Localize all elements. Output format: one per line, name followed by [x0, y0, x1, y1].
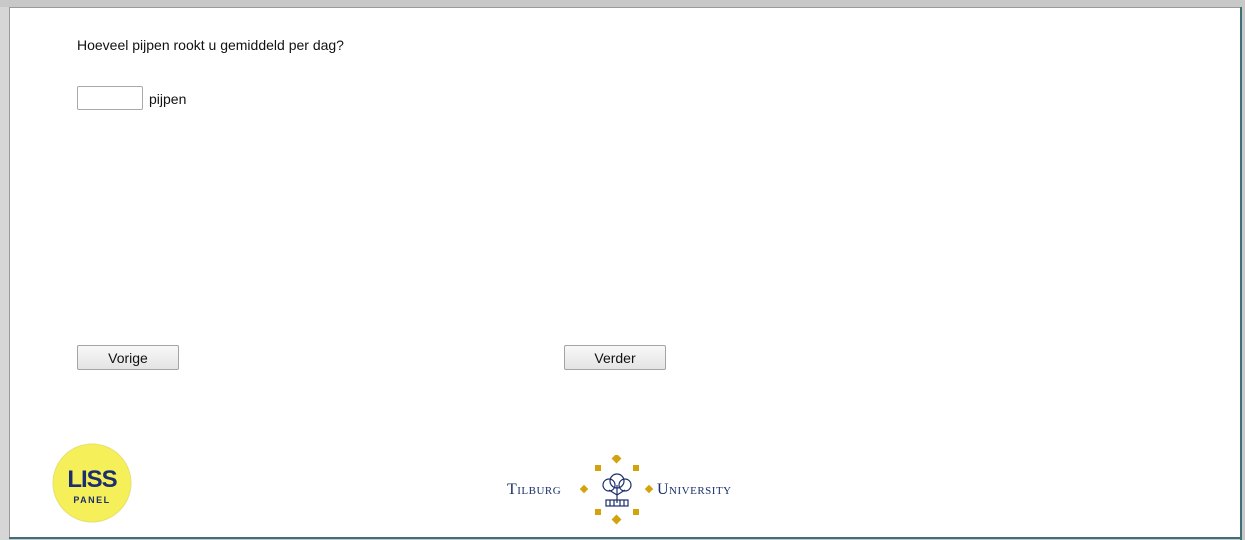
next-button[interactable]: Verder [564, 345, 666, 370]
liss-logo-bottom-text: PANEL [73, 495, 110, 505]
liss-panel-logo: LISS PANEL [52, 443, 132, 523]
page-right-border [1240, 7, 1242, 540]
unit-label: pijpen [149, 91, 187, 107]
window-left-shade [0, 7, 9, 540]
university-word: University [657, 481, 732, 498]
tilburg-university-logo: Tilburg University [505, 455, 760, 527]
page-bottom-border [9, 537, 1242, 539]
previous-button[interactable]: Vorige [77, 345, 179, 370]
liss-logo-top-text: LISS [67, 466, 117, 493]
liss-panel-logo-graphic: LISS PANEL [52, 443, 132, 523]
tilburg-emblem-icon [579, 455, 654, 525]
tilburg-word: Tilburg [507, 481, 562, 498]
pipes-per-day-input[interactable] [77, 86, 143, 110]
window-top-shade [0, 0, 1245, 7]
question-text: Hoeveel pijpen rookt u gemiddeld per dag… [77, 37, 344, 53]
